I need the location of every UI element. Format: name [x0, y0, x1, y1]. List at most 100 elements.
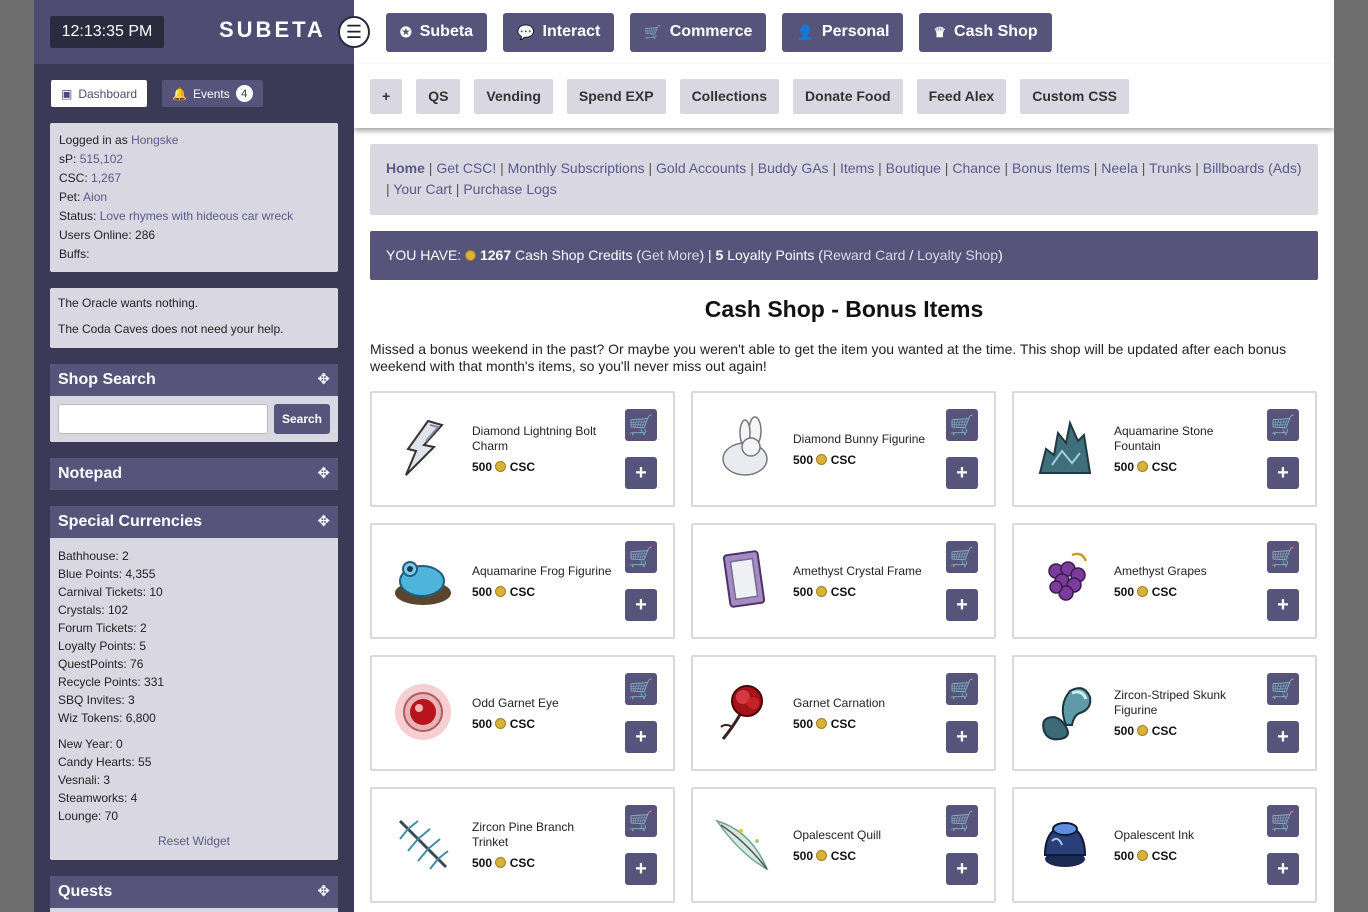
breadcrumb-link[interactable]: Buddy GAs: [758, 160, 829, 176]
breadcrumb-link[interactable]: Items: [840, 160, 874, 176]
tab-dashboard[interactable]: ▣ Dashboard: [51, 80, 148, 107]
sp-value[interactable]: 515,102: [80, 152, 123, 166]
hamburger-menu-button[interactable]: ☰: [338, 16, 370, 48]
add-to-cart-button[interactable]: 🛒: [946, 805, 978, 837]
nav-cash-shop[interactable]: ♛ Cash Shop: [919, 12, 1052, 52]
csc-value[interactable]: 1,267: [91, 171, 121, 185]
pine-item-image[interactable]: [390, 811, 456, 877]
add-to-wishlist-button[interactable]: +: [1267, 721, 1299, 753]
flower-item-image[interactable]: [711, 679, 777, 745]
add-to-cart-button[interactable]: 🛒: [1267, 541, 1299, 573]
add-to-wishlist-button[interactable]: +: [946, 721, 978, 753]
shop-item-card: Opalescent Quill 500 CSC 🛒 +: [691, 787, 996, 903]
add-to-wishlist-button[interactable]: +: [625, 457, 657, 489]
move-icon[interactable]: ✥: [317, 364, 330, 396]
credits-label: Cash Shop Credits (: [515, 247, 642, 263]
status-link[interactable]: Love rhymes with hideous car wreck: [100, 209, 293, 223]
breadcrumb-link[interactable]: Neela: [1101, 160, 1138, 176]
nav-subeta[interactable]: ✪ Subeta: [386, 12, 488, 52]
add-to-cart-button[interactable]: 🛒: [946, 673, 978, 705]
move-icon[interactable]: ✥: [317, 506, 330, 538]
breadcrumb-link[interactable]: Monthly Subscriptions: [508, 160, 645, 176]
widget-header[interactable]: Shop Search ✥: [50, 364, 338, 396]
cart-icon: 🛒: [949, 414, 975, 437]
currency-row: Vesnali: 3: [58, 773, 111, 787]
frog-item-image[interactable]: [390, 547, 456, 613]
fountain-item-image[interactable]: [1032, 415, 1098, 481]
eye-item-image[interactable]: [390, 679, 456, 745]
plus-icon: +: [635, 857, 647, 880]
widget-header[interactable]: Special Currencies ✥: [50, 506, 338, 538]
add-to-cart-button[interactable]: 🛒: [1267, 409, 1299, 441]
breadcrumb-link[interactable]: Gold Accounts: [656, 160, 746, 176]
item-grid: Diamond Lightning Bolt Charm 500 CSC 🛒 + Dia…: [370, 391, 1318, 903]
bolt-item-image[interactable]: [390, 415, 456, 481]
add-to-cart-button[interactable]: 🛒: [1267, 673, 1299, 705]
add-to-cart-button[interactable]: 🛒: [625, 805, 657, 837]
price-value: 500: [793, 452, 814, 467]
quick-link-qs[interactable]: QS: [416, 78, 461, 114]
reset-widget-link[interactable]: Reset Widget: [58, 834, 330, 848]
add-to-wishlist-button[interactable]: +: [1267, 457, 1299, 489]
quick-link-vending[interactable]: Vending: [474, 78, 553, 114]
frame-item-image[interactable]: [711, 547, 777, 613]
add-to-wishlist-button[interactable]: +: [1267, 589, 1299, 621]
add-to-cart-button[interactable]: 🛒: [625, 541, 657, 573]
shop-search-input[interactable]: [58, 404, 268, 434]
events-count-badge: 4: [235, 85, 253, 102]
add-to-cart-button[interactable]: 🛒: [946, 409, 978, 441]
pet-link[interactable]: Aion: [83, 190, 107, 204]
price-value: 500: [472, 716, 493, 731]
nav-commerce[interactable]: 🛒 Commerce: [630, 12, 767, 52]
ink-item-image[interactable]: [1032, 811, 1098, 877]
search-button[interactable]: Search: [274, 404, 330, 434]
grapes-item-image[interactable]: [1032, 547, 1098, 613]
page-body: Home | Get CSC! | Monthly Subscriptions …: [354, 128, 1334, 912]
move-icon[interactable]: ✥: [317, 876, 330, 908]
nav-personal[interactable]: 👤 Personal: [782, 12, 904, 52]
breadcrumb-link[interactable]: Chance: [952, 160, 1000, 176]
add-to-wishlist-button[interactable]: +: [625, 721, 657, 753]
skunk-item-image[interactable]: [1032, 679, 1098, 745]
quick-link-donate-food[interactable]: Donate Food: [793, 78, 903, 114]
add-to-cart-button[interactable]: 🛒: [625, 673, 657, 705]
item-price: 500 CSC: [1114, 849, 1254, 863]
get-more-link[interactable]: Get More: [641, 247, 699, 263]
breadcrumb-link[interactable]: Home: [386, 160, 425, 176]
add-to-cart-button[interactable]: 🛒: [625, 409, 657, 441]
username-link[interactable]: Hongske: [131, 133, 178, 147]
breadcrumb-link[interactable]: Trunks: [1149, 160, 1191, 176]
quick-link-custom-css[interactable]: Custom CSS: [1020, 78, 1129, 114]
nav-interact[interactable]: 💬 Interact: [503, 12, 615, 52]
quill-item-image[interactable]: [711, 811, 777, 877]
bell-icon: 🔔: [172, 86, 188, 101]
breadcrumb-link[interactable]: Bonus Items: [1012, 160, 1090, 176]
quick-link-spend-exp[interactable]: Spend EXP: [566, 78, 666, 114]
add-to-wishlist-button[interactable]: +: [625, 589, 657, 621]
add-to-wishlist-button[interactable]: +: [946, 457, 978, 489]
quick-link-add[interactable]: +: [370, 78, 403, 114]
widget-header[interactable]: Quests ✥: [50, 876, 338, 908]
plus-icon: +: [635, 593, 647, 616]
widget-header[interactable]: Notepad ✥: [50, 458, 338, 490]
breadcrumb-link[interactable]: Boutique: [886, 160, 941, 176]
add-to-cart-button[interactable]: 🛒: [946, 541, 978, 573]
breadcrumb-link[interactable]: Billboards (Ads): [1203, 160, 1302, 176]
reward-card-link[interactable]: Reward Card: [823, 247, 905, 263]
add-to-wishlist-button[interactable]: +: [946, 589, 978, 621]
move-icon[interactable]: ✥: [317, 458, 330, 490]
quick-link-feed-alex[interactable]: Feed Alex: [916, 78, 1007, 114]
add-to-wishlist-button[interactable]: +: [1267, 853, 1299, 885]
breadcrumb-link[interactable]: Get CSC!: [436, 160, 496, 176]
tab-events[interactable]: 🔔 Events 4: [162, 80, 263, 107]
oracle-status: The Oracle wants nothing.: [58, 296, 199, 310]
breadcrumb-link[interactable]: Your Cart: [393, 181, 452, 197]
add-to-wishlist-button[interactable]: +: [946, 853, 978, 885]
quick-link-collections[interactable]: Collections: [679, 78, 780, 114]
loyalty-shop-link[interactable]: Loyalty Shop: [917, 247, 998, 263]
add-to-cart-button[interactable]: 🛒: [1267, 805, 1299, 837]
breadcrumb-link[interactable]: Purchase Logs: [463, 181, 556, 197]
add-to-wishlist-button[interactable]: +: [625, 853, 657, 885]
site-logo[interactable]: SUBETA: [219, 17, 326, 43]
bunny-item-image[interactable]: [711, 415, 777, 481]
